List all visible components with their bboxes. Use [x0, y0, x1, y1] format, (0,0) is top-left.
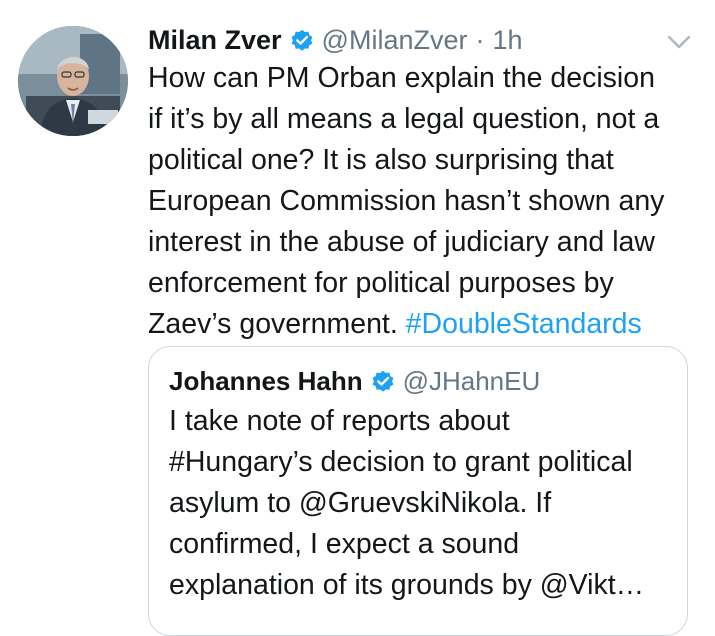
- separator-dot: ·: [475, 24, 485, 55]
- quoted-tweet-text: I take note of reports about #Hungary’s …: [169, 401, 679, 606]
- verified-badge-icon: [370, 368, 396, 394]
- tweet-text-line: Zaev’s government.: [148, 308, 406, 340]
- quoted-author-handle: @JHahnEU: [402, 365, 541, 396]
- quoted-text-line: confirmed, I expect a sound: [169, 528, 520, 560]
- verified-badge-icon: [289, 27, 315, 53]
- chevron-down-icon[interactable]: [666, 34, 692, 50]
- quoted-author-name: Johannes Hahn: [169, 365, 363, 396]
- quoted-text-line: I take note of reports about: [169, 405, 510, 437]
- tweet-text-line: How can PM Orban explain the decision: [148, 62, 655, 94]
- author-handle[interactable]: @MilanZver: [322, 25, 468, 56]
- tweet-text-line: political one? It is also surprising tha…: [148, 144, 614, 176]
- author-name[interactable]: Milan Zver: [148, 25, 282, 56]
- avatar[interactable]: [18, 26, 128, 136]
- quoted-text-line: asylum to @GruevskiNikola. If: [169, 487, 552, 519]
- tweet-timestamp[interactable]: 1h: [492, 25, 522, 56]
- quoted-tweet[interactable]: Johannes Hahn @JHahnEU I take note of re…: [148, 346, 688, 636]
- tweet-header: Milan Zver @MilanZver · 1h: [148, 20, 523, 60]
- tweet-text-line: if it’s by all means a legal question, n…: [148, 103, 660, 135]
- tweet[interactable]: Milan Zver @MilanZver · 1h How can PM Or…: [0, 0, 715, 636]
- hashtag-link[interactable]: #DoubleStandards: [406, 308, 642, 340]
- tweet-text-last-line: Zaev’s government. #DoubleStandards: [148, 304, 708, 345]
- tweet-text-line: European Commission hasn’t shown any: [148, 185, 665, 217]
- quoted-tweet-header: Johannes Hahn @JHahnEU: [169, 361, 540, 401]
- tweet-text-line: interest in the abuse of judiciary and l…: [148, 226, 655, 258]
- tweet-text-line: enforcement for political purposes by: [148, 267, 614, 299]
- quoted-text-line: #Hungary’s decision to grant political: [169, 446, 633, 478]
- quoted-text-line: explanation of its grounds by @Vikt…: [169, 569, 645, 601]
- avatar-photo: [18, 26, 128, 136]
- tweet-text: How can PM Orban explain the decision if…: [148, 58, 708, 345]
